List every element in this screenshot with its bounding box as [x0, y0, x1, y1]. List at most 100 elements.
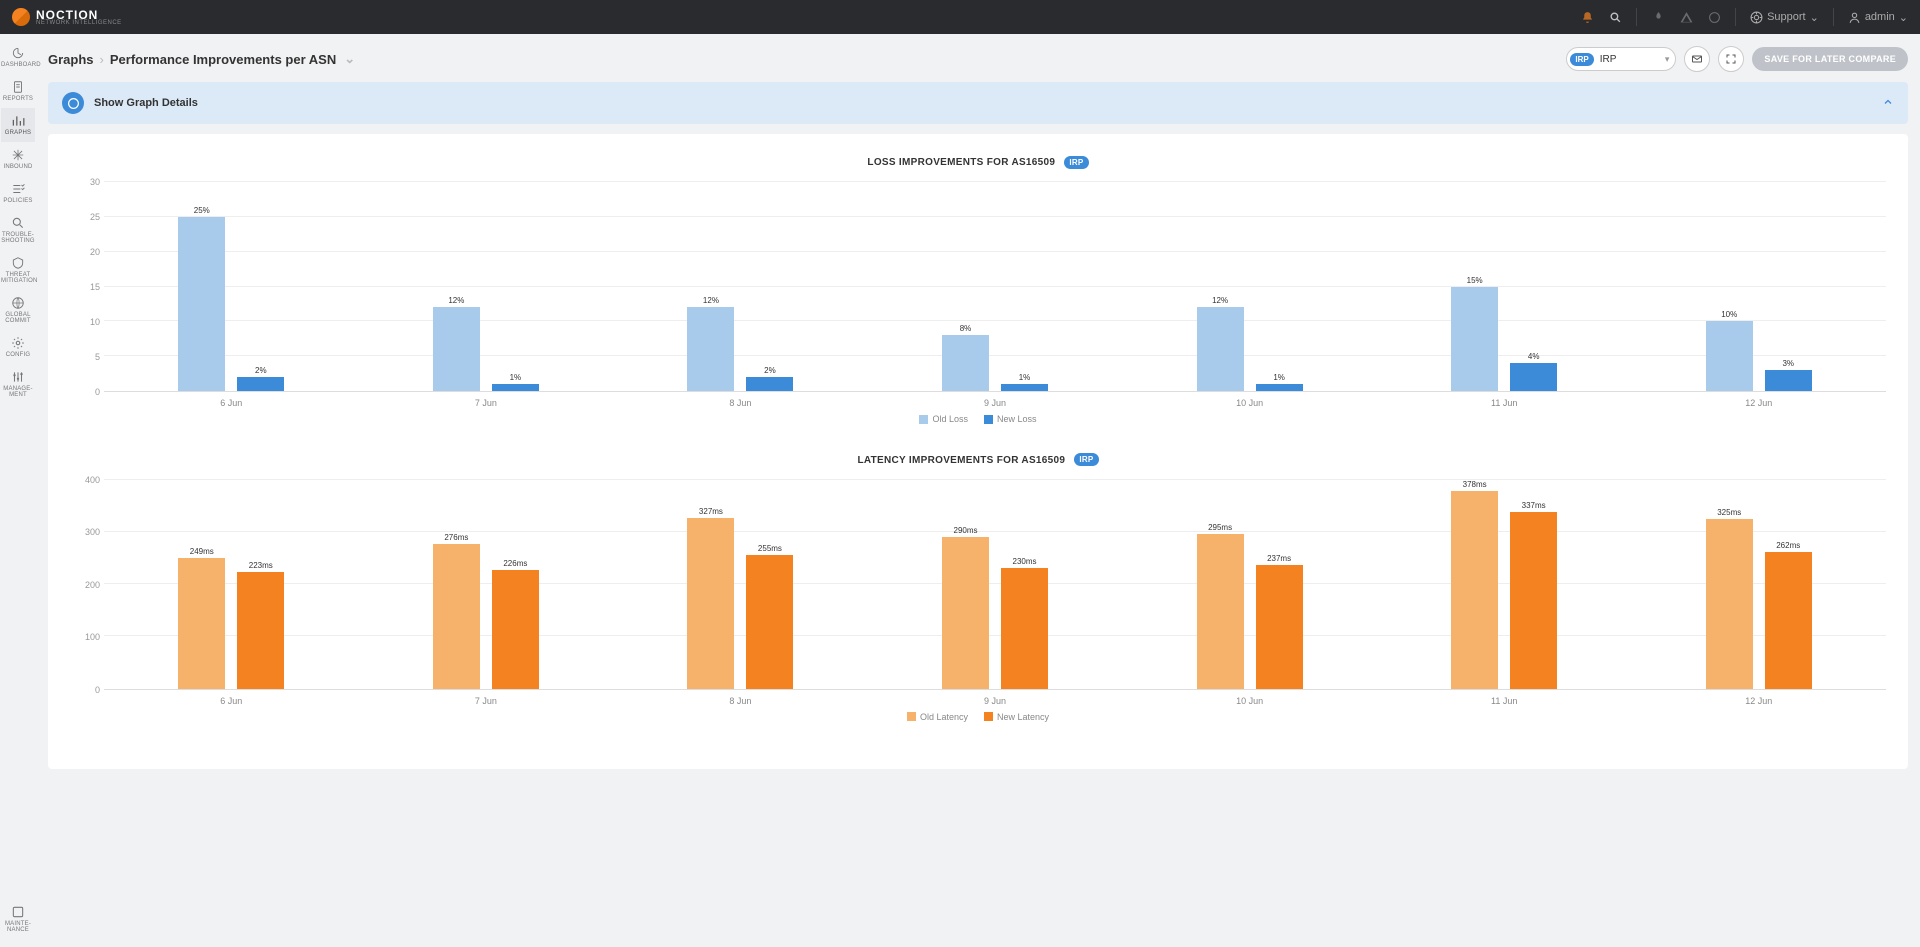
irp-badge: IRP — [1074, 453, 1098, 466]
bar[interactable]: 10% — [1706, 182, 1753, 391]
legend-item[interactable]: New Loss — [984, 414, 1037, 424]
instance-selector[interactable]: IRP IRP ▾ — [1566, 47, 1676, 71]
legend-item[interactable]: New Latency — [984, 712, 1049, 722]
sidebar-item-maintenance[interactable]: MAINTE- NANCE — [1, 899, 35, 939]
bar[interactable]: 2% — [237, 182, 284, 391]
bar-value-label: 8% — [960, 324, 972, 333]
sidebar-item-commit[interactable]: GLOBAL COMMIT — [1, 290, 35, 330]
save-compare-button[interactable]: SAVE FOR LATER COMPARE — [1752, 47, 1908, 71]
logo[interactable]: NOCTION NETWORK INTELLIGENCE — [12, 8, 122, 26]
bar[interactable]: 276ms — [433, 480, 480, 689]
y-tick: 200 — [85, 580, 100, 590]
sidebar-item-threat[interactable]: THREAT MITIGATION — [1, 250, 35, 290]
chart-title: LATENCY IMPROVEMENTS FOR AS16509 IRP — [857, 455, 1098, 466]
logo-subtext: NETWORK INTELLIGENCE — [36, 20, 122, 26]
email-button[interactable] — [1684, 46, 1710, 72]
bar[interactable]: 223ms — [237, 480, 284, 689]
sidebar-item-label: MANAGE- MENT — [3, 386, 32, 398]
bar-group: 249ms 223ms — [104, 480, 359, 689]
bar[interactable]: 4% — [1510, 182, 1557, 391]
bar[interactable]: 15% — [1451, 182, 1498, 391]
x-tick: 10 Jun — [1122, 690, 1377, 706]
sidebar-item-graphs[interactable]: GRAPHS — [1, 108, 35, 142]
separator — [1735, 8, 1736, 26]
bar[interactable]: 12% — [433, 182, 480, 391]
sidebar-item-label: GLOBAL COMMIT — [5, 312, 31, 324]
chat-icon[interactable] — [1707, 10, 1721, 24]
legend-item[interactable]: Old Loss — [919, 414, 968, 424]
bar-value-label: 25% — [194, 206, 210, 215]
latency-chart: LATENCY IMPROVEMENTS FOR AS16509 IRP0100… — [70, 452, 1886, 724]
irp-badge: IRP — [1064, 156, 1088, 169]
legend: Old Loss New Loss — [70, 414, 1886, 426]
breadcrumb-root[interactable]: Graphs — [48, 52, 94, 67]
bar[interactable]: 230ms — [1001, 480, 1048, 689]
bar-value-label: 327ms — [699, 507, 723, 516]
bar[interactable]: 226ms — [492, 480, 539, 689]
bar[interactable]: 3% — [1765, 182, 1812, 391]
bar[interactable]: 12% — [1197, 182, 1244, 391]
bar-value-label: 2% — [255, 366, 267, 375]
bar[interactable]: 1% — [1001, 182, 1048, 391]
bar[interactable]: 327ms — [687, 480, 734, 689]
bar[interactable]: 1% — [492, 182, 539, 391]
warning-icon[interactable] — [1679, 10, 1693, 24]
x-tick: 6 Jun — [104, 690, 359, 706]
chevron-down-icon: ▾ — [1665, 54, 1670, 65]
bar[interactable]: 1% — [1256, 182, 1303, 391]
main-content: Graphs › Performance Improvements per AS… — [36, 34, 1920, 781]
bar-value-label: 337ms — [1522, 501, 1546, 510]
legend-item[interactable]: Old Latency — [907, 712, 968, 722]
sidebar-item-policies[interactable]: POLICIES — [1, 176, 35, 210]
fullscreen-button[interactable] — [1718, 46, 1744, 72]
sidebar-item-inbound[interactable]: INBOUND — [1, 142, 35, 176]
bar[interactable]: 262ms — [1765, 480, 1812, 689]
plot-area: 25% 2% 12% 1% 12% 2% 8% 1% 12% 1% 15% 4% 10% 3% — [104, 182, 1886, 392]
bar[interactable]: 25% — [178, 182, 225, 391]
y-tick: 20 — [90, 247, 100, 257]
support-menu[interactable]: Support ⌄ — [1750, 11, 1819, 24]
separator — [1833, 8, 1834, 26]
topbar: NOCTION NETWORK INTELLIGENCE Support ⌄ — [0, 0, 1920, 34]
chevron-down-icon[interactable]: ⌄ — [344, 51, 355, 67]
notice-text: Show Graph Details — [94, 97, 198, 109]
bar[interactable]: 255ms — [746, 480, 793, 689]
bar[interactable]: 325ms — [1706, 480, 1753, 689]
user-menu[interactable]: admin ⌄ — [1848, 11, 1908, 24]
bar-value-label: 226ms — [503, 559, 527, 568]
bar[interactable]: 2% — [746, 182, 793, 391]
bar-value-label: 1% — [1019, 373, 1031, 382]
bar-value-label: 12% — [1212, 296, 1228, 305]
bar[interactable]: 8% — [942, 182, 989, 391]
chart-panel: LOSS IMPROVEMENTS FOR AS16509 IRP0510152… — [48, 134, 1908, 769]
sidebar-item-dashboard[interactable]: DASHBOARD — [1, 40, 35, 74]
bar[interactable]: 337ms — [1510, 480, 1557, 689]
sidebar-item-reports[interactable]: REPORTS — [1, 74, 35, 108]
bar[interactable]: 290ms — [942, 480, 989, 689]
legend-label: New Latency — [997, 712, 1049, 722]
bar[interactable]: 295ms — [1197, 480, 1244, 689]
legend-swatch — [919, 415, 928, 424]
x-tick: 7 Jun — [359, 392, 614, 408]
sidebar-item-label: MAINTE- NANCE — [5, 921, 31, 933]
breadcrumb-page: Performance Improvements per ASN — [110, 52, 336, 67]
y-tick: 25 — [90, 212, 100, 222]
sidebar-item-management[interactable]: MANAGE- MENT — [1, 364, 35, 404]
bar[interactable]: 249ms — [178, 480, 225, 689]
graph-details-toggle[interactable]: Show Graph Details — [48, 82, 1908, 124]
x-tick: 8 Jun — [613, 392, 868, 408]
bar[interactable]: 237ms — [1256, 480, 1303, 689]
bar-value-label: 255ms — [758, 544, 782, 553]
sidebar-item-config[interactable]: CONFIG — [1, 330, 35, 364]
x-tick: 11 Jun — [1377, 690, 1632, 706]
y-tick: 15 — [90, 282, 100, 292]
chevron-up-icon — [1882, 96, 1894, 111]
bar[interactable]: 378ms — [1451, 480, 1498, 689]
sidebar-item-label: CONFIG — [6, 352, 31, 358]
bell-icon[interactable] — [1580, 10, 1594, 24]
flame-icon[interactable] — [1651, 10, 1665, 24]
search-icon[interactable] — [1608, 10, 1622, 24]
bar-value-label: 2% — [764, 366, 776, 375]
bar[interactable]: 12% — [687, 182, 734, 391]
sidebar-item-troubleshooting[interactable]: TROUBLE- SHOOTING — [1, 210, 35, 250]
